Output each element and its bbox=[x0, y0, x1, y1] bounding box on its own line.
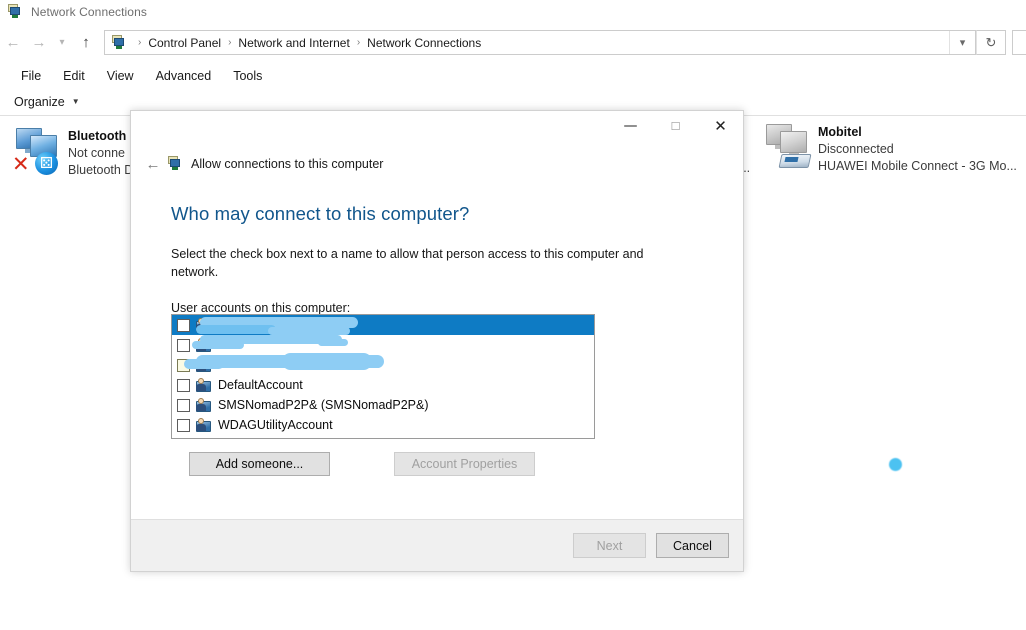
connection-name: Bluetooth N bbox=[68, 129, 139, 143]
forward-icon[interactable]: → bbox=[26, 30, 52, 56]
menu-item-tools[interactable]: Tools bbox=[222, 66, 273, 86]
address-chevron-down-icon[interactable]: ▾ bbox=[949, 31, 975, 54]
account-properties-button[interactable]: Account Properties bbox=[394, 452, 535, 476]
allow-connections-dialog: — ☐ ✕ ← Allow connections to this comput… bbox=[130, 110, 744, 572]
user-accounts-listbox[interactable]: DefaultAccount SMSNomadP2P& (SMSNomadP2P… bbox=[171, 314, 595, 439]
dialog-body: Who may connect to this computer? Select… bbox=[131, 183, 743, 315]
menu-item-file[interactable]: File bbox=[10, 66, 52, 86]
recent-locations-chevron-down-icon[interactable]: ▾ bbox=[52, 30, 72, 56]
connection-item-mobitel[interactable]: Mobitel Disconnected HUAWEI Mobile Conne… bbox=[760, 122, 1017, 175]
connection-status: Disconnected bbox=[818, 142, 894, 156]
account-name: DefaultAccount bbox=[218, 378, 303, 392]
connection-name: Mobitel bbox=[818, 125, 862, 139]
up-icon[interactable]: ↑ bbox=[72, 30, 100, 56]
breadcrumb: › Control Panel › Network and Internet ›… bbox=[131, 36, 481, 50]
user-account-icon bbox=[196, 337, 213, 353]
user-account-icon bbox=[196, 397, 213, 413]
window-titlebar: Network Connections bbox=[0, 0, 1026, 24]
account-checkbox[interactable] bbox=[177, 318, 190, 332]
address-bar[interactable]: › Control Panel › Network and Internet ›… bbox=[104, 30, 976, 55]
connection-item-bluetooth[interactable]: ✕ ⚄ Bluetooth N Not conne Bluetooth D bbox=[10, 126, 139, 179]
list-item[interactable]: SMSNomadP2P& (SMSNomadP2P&) bbox=[172, 395, 594, 415]
breadcrumb-separator-0: › bbox=[138, 37, 142, 48]
dialog-paragraph: Select the check box next to a name to a… bbox=[171, 247, 644, 279]
dialog-nav-row: ← Allow connections to this computer bbox=[131, 151, 743, 177]
account-name: SMSNomadP2P& (SMSNomadP2P&) bbox=[218, 398, 429, 412]
breadcrumb-separator-2: › bbox=[356, 37, 361, 48]
dialog-header-network-icon bbox=[167, 155, 184, 173]
red-x-icon: ✕ bbox=[12, 152, 30, 176]
account-checkbox[interactable] bbox=[177, 358, 190, 372]
organize-button[interactable]: Organize bbox=[14, 95, 65, 109]
bluetooth-icon: ⚄ bbox=[35, 152, 58, 175]
organize-chevron-down-icon[interactable]: ▼ bbox=[72, 97, 80, 106]
user-account-icon bbox=[196, 377, 213, 393]
dialog-header-text: Allow connections to this computer bbox=[191, 157, 384, 171]
back-icon[interactable]: ← bbox=[0, 30, 26, 56]
minimize-icon[interactable]: — bbox=[608, 111, 653, 141]
add-someone-button[interactable]: Add someone... bbox=[189, 452, 330, 476]
menu-bar: File Edit View Advanced Tools bbox=[0, 62, 1026, 89]
account-checkbox[interactable] bbox=[177, 338, 190, 352]
list-item[interactable] bbox=[172, 355, 594, 375]
user-accounts-label: User accounts on this computer: bbox=[171, 301, 351, 315]
breadcrumb-network-connections-icon bbox=[111, 34, 127, 51]
breadcrumb-item-network-connections[interactable]: Network Connections bbox=[367, 36, 481, 50]
account-checkbox[interactable] bbox=[177, 378, 190, 392]
dialog-heading: Who may connect to this computer? bbox=[171, 203, 470, 224]
maximize-icon[interactable]: ☐ bbox=[653, 111, 698, 141]
list-item[interactable] bbox=[172, 335, 594, 355]
user-account-icon bbox=[196, 417, 213, 433]
menu-item-advanced[interactable]: Advanced bbox=[145, 66, 223, 86]
search-box[interactable] bbox=[1012, 30, 1026, 55]
menu-item-edit[interactable]: Edit bbox=[52, 66, 96, 86]
next-button[interactable]: Next bbox=[573, 533, 646, 558]
list-item[interactable] bbox=[172, 315, 594, 335]
account-action-buttons: Add someone... Account Properties bbox=[171, 452, 595, 476]
account-checkbox[interactable] bbox=[177, 398, 190, 412]
account-checkbox[interactable] bbox=[177, 418, 190, 432]
network-connections-icon bbox=[7, 4, 23, 20]
redaction-dot bbox=[889, 458, 902, 471]
account-name: WDAGUtilityAccount bbox=[218, 418, 333, 432]
breadcrumb-item-network-and-internet[interactable]: Network and Internet bbox=[238, 36, 349, 50]
address-bar-row: ← → ▾ ↑ › Control Panel › Network and In… bbox=[0, 24, 1026, 61]
window-title: Network Connections bbox=[31, 5, 147, 19]
modem-network-icon bbox=[760, 122, 818, 174]
bluetooth-network-icon: ✕ ⚄ bbox=[10, 126, 68, 178]
dialog-footer: Next Cancel bbox=[131, 519, 743, 571]
connection-device: HUAWEI Mobile Connect - 3G Mo... bbox=[818, 159, 1017, 173]
dialog-titlebar: — ☐ ✕ bbox=[131, 111, 743, 143]
breadcrumb-separator-1: › bbox=[228, 37, 232, 48]
list-item[interactable]: DefaultAccount bbox=[172, 375, 594, 395]
refresh-icon[interactable]: ↻ bbox=[976, 30, 1006, 55]
user-account-icon bbox=[196, 357, 213, 373]
modem-icon bbox=[778, 149, 812, 170]
list-item[interactable]: WDAGUtilityAccount bbox=[172, 415, 594, 435]
menu-item-view[interactable]: View bbox=[96, 66, 145, 86]
close-icon[interactable]: ✕ bbox=[698, 111, 743, 141]
cancel-button[interactable]: Cancel bbox=[656, 533, 729, 558]
connection-device: Bluetooth D bbox=[68, 163, 134, 177]
dialog-back-icon[interactable]: ← bbox=[141, 152, 165, 176]
breadcrumb-item-control-panel[interactable]: Control Panel bbox=[148, 36, 221, 50]
connection-status: Not conne bbox=[68, 146, 125, 160]
user-account-icon bbox=[196, 317, 213, 333]
